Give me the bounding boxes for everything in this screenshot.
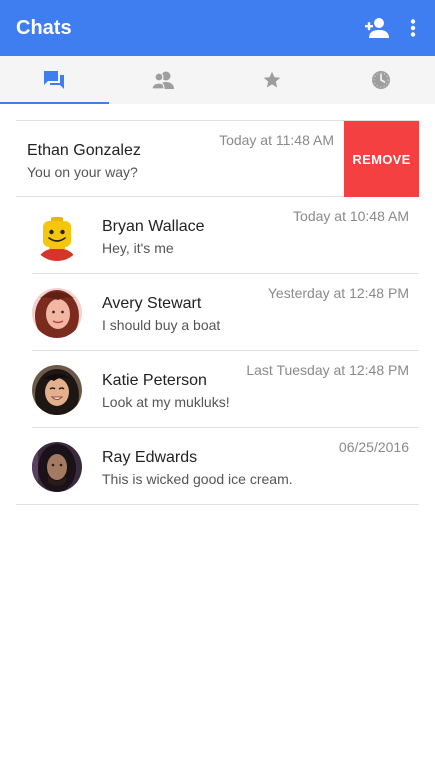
timestamp: 06/25/2016: [338, 439, 409, 455]
timestamp: Today at 11:48 AM: [219, 132, 334, 148]
avatar: [32, 442, 82, 492]
last-message: This is wicked good ice cream.: [102, 471, 293, 487]
more-vert-icon: [410, 19, 416, 37]
contact-name: Katie Peterson: [102, 372, 207, 389]
tab-contacts[interactable]: [109, 56, 218, 104]
contact-name: Ray Edwards: [102, 449, 198, 466]
chat-row[interactable]: Katie Peterson Look at my mukluks! Last …: [32, 351, 419, 428]
last-message: I should buy a boat: [102, 317, 221, 333]
star-icon: [263, 71, 281, 88]
contact-name: Bryan Wallace: [102, 218, 205, 235]
contacts-icon: [151, 71, 175, 90]
timestamp: Last Tuesday at 12:48 PM: [246, 362, 409, 378]
avatar: [32, 211, 82, 261]
contact-name: Avery Stewart: [102, 295, 202, 312]
chat-icon: [44, 71, 65, 89]
timestamp: Yesterday at 12:48 PM: [267, 285, 409, 301]
app-bar: Chats: [0, 0, 435, 56]
last-message: You on your way?: [27, 164, 138, 180]
chat-row-swiped[interactable]: Ethan Gonzalez You on your way? Today at…: [16, 120, 419, 197]
overflow-menu-button[interactable]: [397, 12, 429, 44]
tab-bar: [0, 56, 435, 104]
remove-button[interactable]: REMOVE: [344, 121, 419, 197]
last-message: Look at my mukluks!: [102, 394, 230, 410]
add-contact-button[interactable]: [361, 12, 393, 44]
page-title: Chats: [16, 17, 72, 39]
chat-list: Ethan Gonzalez You on your way? Today at…: [16, 120, 419, 505]
chat-row[interactable]: Ray Edwards This is wicked good ice crea…: [32, 428, 419, 505]
timestamp: Today at 10:48 AM: [293, 208, 409, 224]
tab-chats[interactable]: [0, 56, 109, 104]
chat-row-content[interactable]: Ethan Gonzalez You on your way? Today at…: [16, 121, 344, 197]
avatar: [32, 365, 82, 415]
tab-recent[interactable]: [326, 56, 435, 104]
person-add-icon: [365, 18, 389, 38]
contact-name: Ethan Gonzalez: [27, 142, 141, 159]
last-message: Hey, it's me: [102, 240, 174, 256]
tab-favorites[interactable]: [218, 56, 327, 104]
chat-row[interactable]: Bryan Wallace Hey, it's me Today at 10:4…: [32, 197, 419, 274]
avatar: [32, 288, 82, 338]
chat-row[interactable]: Avery Stewart I should buy a boat Yester…: [32, 274, 419, 351]
clock-icon: [371, 71, 390, 89]
